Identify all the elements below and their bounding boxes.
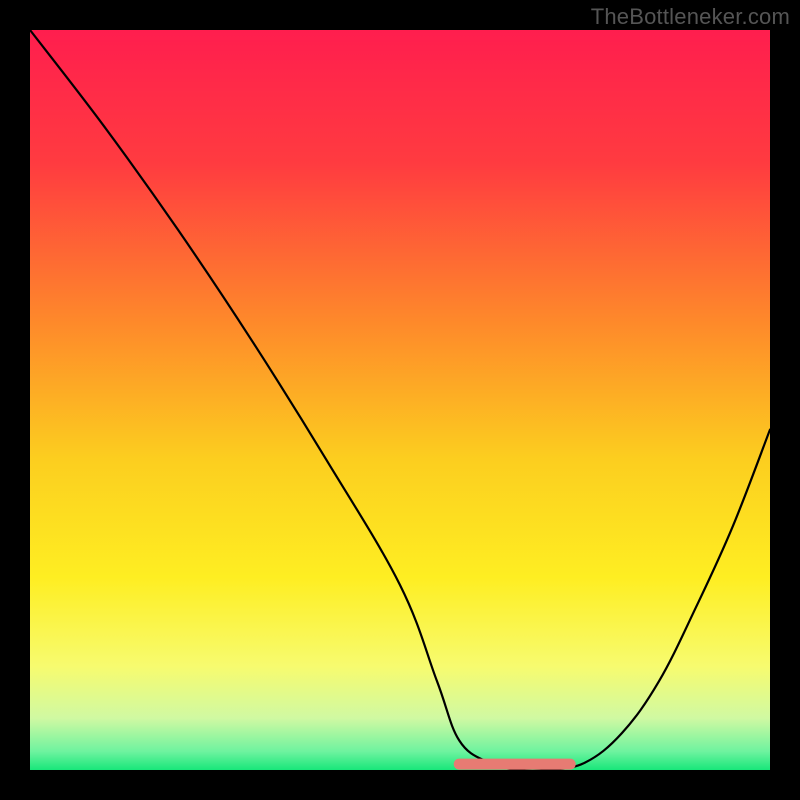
watermark-text: TheBottleneker.com bbox=[591, 4, 790, 30]
bottleneck-curve bbox=[30, 30, 770, 770]
plot-area bbox=[30, 30, 770, 770]
curve-layer bbox=[30, 30, 770, 770]
chart-frame: TheBottleneker.com bbox=[0, 0, 800, 800]
